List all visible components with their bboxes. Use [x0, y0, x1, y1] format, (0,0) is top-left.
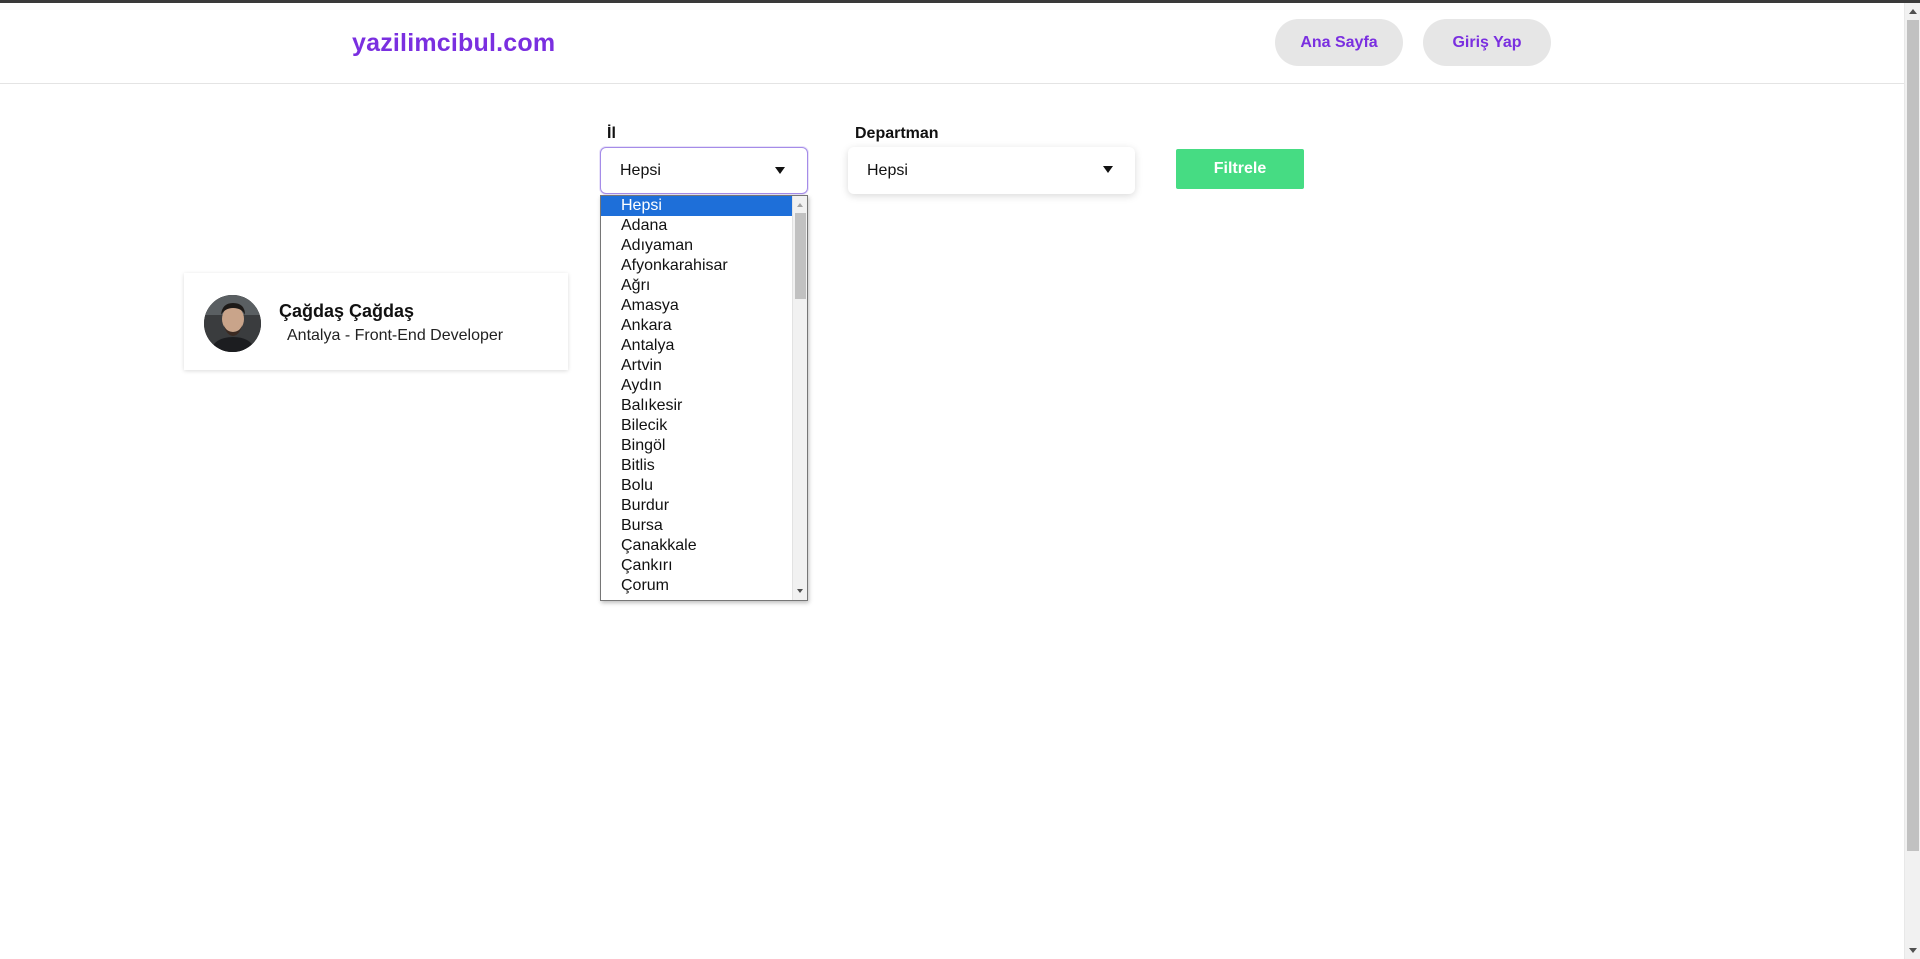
il-option[interactable]: Bilecik: [601, 416, 793, 436]
scroll-up-arrow-icon[interactable]: [1909, 9, 1917, 14]
il-dropdown-list[interactable]: Hepsi Adana Adıyaman Afyonkarahisar Ağrı Amas…: [600, 195, 808, 601]
il-option[interactable]: Burdur: [601, 496, 793, 516]
il-option[interactable]: Aydın: [601, 376, 793, 396]
il-option[interactable]: Çankırı: [601, 556, 793, 576]
il-option[interactable]: Bolu: [601, 476, 793, 496]
il-option[interactable]: Bitlis: [601, 456, 793, 476]
il-option[interactable]: Adana: [601, 216, 793, 236]
nav-home-button[interactable]: Ana Sayfa: [1275, 19, 1403, 66]
profile-card[interactable]: Çağdaş Çağdaş Antalya - Front-End Develo…: [184, 273, 568, 370]
il-option[interactable]: Adıyaman: [601, 236, 793, 256]
il-option[interactable]: Afyonkarahisar: [601, 256, 793, 276]
il-filter-label: İl: [607, 125, 616, 142]
brand-logo-text[interactable]: yazilimcibul.com: [352, 29, 555, 58]
il-select-value: Hepsi: [620, 161, 661, 179]
profile-subtitle: Antalya - Front-End Developer: [287, 327, 504, 344]
scroll-down-arrow-icon[interactable]: [1909, 948, 1917, 953]
page-scrollbar[interactable]: [1904, 3, 1920, 959]
il-option[interactable]: Balıkesir: [601, 396, 793, 416]
il-select[interactable]: Hepsi: [600, 147, 808, 194]
avatar: [204, 295, 261, 352]
departman-select-value: Hepsi: [867, 161, 908, 179]
il-option[interactable]: Bursa: [601, 516, 793, 536]
il-option[interactable]: Hepsi: [601, 196, 793, 216]
caret-down-icon: [775, 167, 785, 174]
scroll-down-arrow-icon[interactable]: [797, 589, 803, 593]
il-option[interactable]: Amasya: [601, 296, 793, 316]
site-header: yazilimcibul.com Ana Sayfa Giriş Yap: [0, 3, 1904, 84]
scroll-up-arrow-icon[interactable]: [797, 203, 803, 207]
il-option[interactable]: Ankara: [601, 316, 793, 336]
user-photo-icon: [204, 295, 261, 352]
caret-down-icon: [1103, 166, 1113, 173]
page: yazilimcibul.com Ana Sayfa Giriş Yap İl …: [0, 0, 1920, 959]
departman-filter-label: Departman: [855, 125, 939, 142]
il-option[interactable]: Çorum: [601, 576, 793, 596]
il-option[interactable]: Antalya: [601, 336, 793, 356]
nav-login-button[interactable]: Giriş Yap: [1423, 19, 1551, 66]
profile-name: Çağdaş Çağdaş: [279, 301, 415, 321]
il-option[interactable]: Çanakkale: [601, 536, 793, 556]
il-options: Hepsi Adana Adıyaman Afyonkarahisar Ağrı Amas…: [601, 196, 793, 596]
il-option[interactable]: Ağrı: [601, 276, 793, 296]
il-option[interactable]: Bingöl: [601, 436, 793, 456]
departman-select[interactable]: Hepsi: [848, 147, 1135, 194]
dropdown-scroll-thumb[interactable]: [795, 213, 806, 299]
filter-button[interactable]: Filtrele: [1176, 149, 1304, 189]
dropdown-scrollbar[interactable]: [792, 196, 807, 600]
il-option[interactable]: Artvin: [601, 356, 793, 376]
page-scroll-thumb[interactable]: [1907, 20, 1919, 851]
